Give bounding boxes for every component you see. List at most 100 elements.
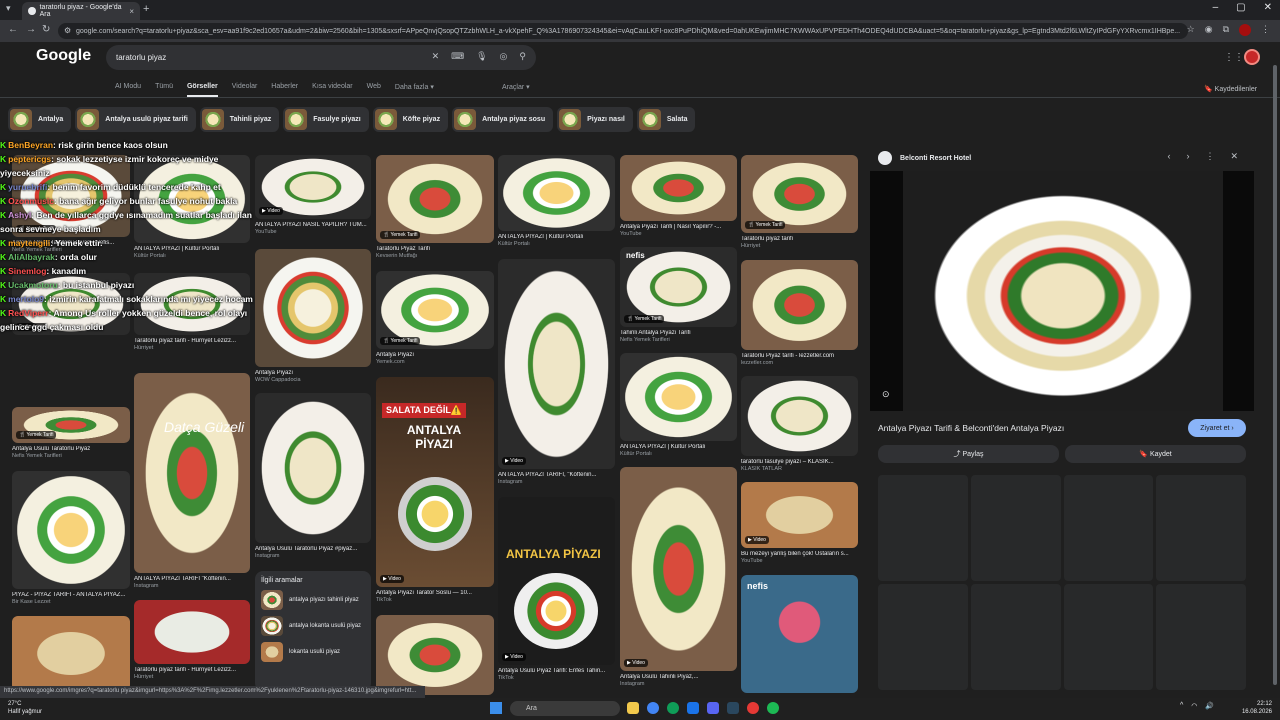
profile-avatar-icon[interactable] [1239,24,1251,36]
preview-site-name[interactable]: Belconti Resort Hotel [900,155,971,162]
result-title[interactable]: Antalya Piyazı [376,352,494,358]
store-icon[interactable] [687,702,699,714]
apps-grid-icon[interactable]: ⋮⋮ [1224,52,1244,63]
filter-images[interactable]: Görseller [186,83,218,97]
filter-more[interactable]: Daha fazla ▾ [395,83,434,97]
forward-icon[interactable]: → [26,24,36,35]
image-result[interactable]: 🍴 Yemek Tarifi Taratorlu Piyaz Tarifi Ke… [376,155,494,259]
browser-tab[interactable]: taratorlu piyaz - Google'da Ara × [22,2,140,20]
result-thumbnail[interactable]: 🍴 Yemek Tarifi [741,155,858,233]
clear-icon[interactable]: ✕ [432,51,440,62]
result-title[interactable]: Antalya Usulü Piyaz Tarifi: Enfes Tahin.… [498,668,615,674]
result-thumbnail[interactable]: 🍴 Yemek Tarifi [376,271,494,349]
image-result[interactable]: Antalya Usulü Taratorlu Piyaz #piyaz... … [255,393,371,559]
image-result[interactable]: Taratorlu Piyaz tarifi - lezzetler.com l… [741,260,858,366]
result-title[interactable]: ANTALYA PİYAZI TARİFİ "Köftenin... [134,576,250,582]
result-thumbnail[interactable]: ▶ Video [741,482,858,548]
related-item[interactable]: lokanta usulü piyaz [261,642,365,662]
result-title[interactable]: Antalya Usulü Taratorlu Piyaz [12,446,130,452]
image-result[interactable]: ANTALYA PİYAZI | Kültür Portalı Kültür P… [498,155,615,247]
image-result[interactable] [12,616,130,691]
wifi-icon[interactable]: ◠ [1191,702,1197,710]
keyboard-icon[interactable]: ⌨ [451,51,464,62]
discord-icon[interactable] [707,702,719,714]
bookmark-star-icon[interactable]: ☆ [1187,24,1195,36]
filter-ai-mode[interactable]: AI Modu [115,83,141,97]
image-result[interactable]: PİYAZ - PİYAZ TARİFİ - ANTALYA PİYAZ... … [12,471,130,605]
result-thumbnail[interactable] [255,249,371,367]
close-tab-icon[interactable]: × [129,7,134,16]
image-result[interactable]: ▶ Video Bu mezeyi yanlış bilen çok! Usta… [741,482,858,564]
visit-button[interactable]: Ziyaret et › [1188,419,1246,437]
reload-icon[interactable]: ↻ [42,24,50,35]
image-result[interactable]: taratorlu fasulye piyazı – KLASİK... KLA… [741,376,858,472]
address-bar[interactable]: ⚙ google.com/search?q=taratorlu+piyaz&sc… [58,23,1188,39]
filter-web[interactable]: Web [367,83,381,97]
preview-title[interactable]: Antalya Piyazı Tarifi & Belconti'den Ant… [878,423,1064,433]
chip[interactable]: Antalya usulü piyaz tarifi [75,107,196,132]
image-result[interactable] [376,615,494,695]
edge-icon[interactable] [667,702,679,714]
saved-button[interactable]: 🔖 Kaydedilenler [1204,85,1257,93]
share-button[interactable]: ⤴ Paylaş [878,445,1059,463]
result-title[interactable]: Bu mezeyi yanlış bilen çok! Ustaların s.… [741,551,858,557]
volume-icon[interactable]: 🔊 [1205,702,1214,710]
image-result[interactable]: 🍴 Yemek Tarifi Antalya Piyazı Yemek.com [376,271,494,365]
result-thumbnail[interactable] [376,615,494,695]
close-window-icon[interactable]: ✕ [1264,2,1272,13]
result-thumbnail[interactable]: 🍴 Yemek Tarifi [376,155,494,243]
result-title[interactable]: Antalya Usulü Tahinli Piyaz,... [620,674,737,680]
image-result[interactable]: ▶ Video ANTALYA PİYAZI TARİFİ, "Köftenin… [498,259,615,485]
image-result[interactable]: SALATA DEĞİL⚠️ ANTALYA PİYAZI ▶ Video An… [376,377,494,603]
result-title[interactable]: Tahinli Antalya Piyazı Tarifi [620,330,737,336]
related-item[interactable]: antalya lokanta usulü piyaz [261,616,365,636]
filter-videos[interactable]: Videolar [232,83,258,97]
image-result[interactable]: nefis 🍴 Yemek Tarifi Tahinli Antalya Piy… [620,247,737,343]
menu-dots-icon[interactable]: ⋮ [1261,24,1270,36]
result-title[interactable]: Taratorlu piyaz tarifi - Hürriyet Lezizz… [134,667,250,673]
chip[interactable]: Köfte piyaz [372,107,449,132]
result-thumbnail[interactable] [498,155,615,231]
taskbar-search[interactable]: Ara [510,701,620,716]
prev-icon[interactable]: ‹ [1167,151,1170,162]
result-thumbnail[interactable]: nefis [741,575,858,693]
weather-widget[interactable]: 27°C Hafif yağmur [8,700,42,716]
result-title[interactable]: Antalya Usulü Taratorlu Piyaz #piyaz... [255,546,371,552]
result-thumbnail[interactable] [134,600,250,664]
extensions-puzzle-icon[interactable]: ⧉ [1223,24,1229,36]
related-item[interactable]: antalya piyazı tahinli piyaz [261,590,365,610]
result-title[interactable]: Taratorlu piyaz tarifi - Hürriyet Lezizz… [134,338,250,344]
chip[interactable]: Antalya [8,107,72,132]
close-preview-icon[interactable]: ✕ [1230,151,1238,162]
search-icon[interactable]: ⚲ [519,51,526,62]
chrome-icon[interactable] [647,702,659,714]
result-thumbnail[interactable]: nefis 🍴 Yemek Tarifi [620,247,737,327]
result-title[interactable]: taratorlu fasulye piyazı – KLASİK... [741,459,858,465]
result-title[interactable]: ANTALYA PİYAZI | Kültür Portalı [620,444,737,450]
image-result[interactable]: ANTALYA PİYAZI | Kültür Portalı Kültür P… [620,353,737,457]
result-title[interactable]: PİYAZ - PİYAZ TARİFİ - ANTALYA PİYAZ... [12,592,130,598]
account-avatar[interactable] [1244,49,1260,65]
image-result[interactable]: 🍴 Yemek Tarifi Antalya Usulü Taratorlu P… [12,407,130,459]
result-thumbnail[interactable] [620,155,737,221]
tab-menu-icon[interactable]: ▾ [6,3,11,14]
result-title[interactable]: ANTALYA PİYAZI | Kültür Portalı [498,234,615,240]
result-title[interactable]: ANTALYA PİYAZI TARİFİ, "Köftenin... [498,472,615,478]
tools-button[interactable]: Araçlar ▾ [502,83,530,91]
result-title[interactable]: Taratorlu piyaz tarifi [741,236,858,242]
result-thumbnail[interactable]: Datça Güzeli [134,373,250,573]
steam-icon[interactable] [727,702,739,714]
image-result[interactable]: nefis [741,575,858,693]
tray-arrow-icon[interactable]: ^ [1180,702,1183,710]
result-thumbnail[interactable] [255,393,371,543]
extension-icon[interactable]: ◉ [1205,24,1213,36]
more-options-icon[interactable]: ⋮ [1205,151,1214,162]
chip[interactable]: Antalya piyaz sosu [452,107,554,132]
result-thumbnail[interactable] [12,471,130,589]
google-logo[interactable]: Google [36,47,91,65]
result-title[interactable]: Antalya Piyazı Tarifi | Nasıl Yapılır? -… [620,224,737,230]
result-title[interactable]: Antalya Piyazı [255,370,371,376]
maximize-icon[interactable]: ▢ [1236,2,1245,13]
lens-icon[interactable]: ◎ [500,51,508,62]
new-tab-icon[interactable]: + [143,3,149,15]
